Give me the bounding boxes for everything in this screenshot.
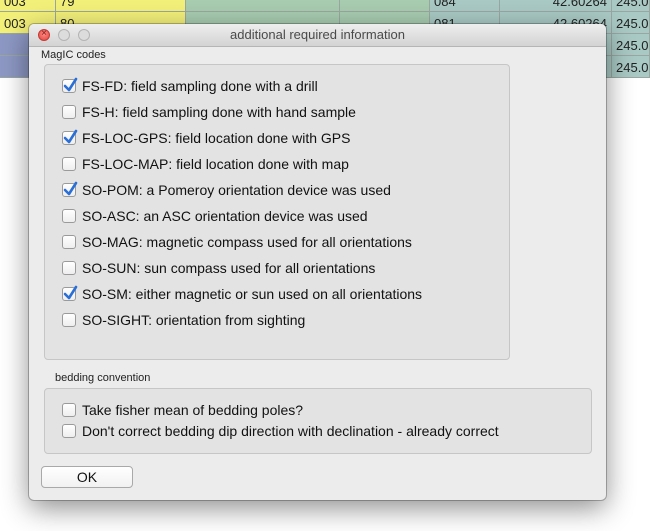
table-cell[interactable] xyxy=(186,0,340,12)
checkbox-unchecked[interactable] xyxy=(62,403,76,417)
checkbox-label: SO-ASC: an ASC orientation device was us… xyxy=(82,208,368,224)
checkbox-checked[interactable] xyxy=(62,77,78,93)
checkbox-option[interactable]: SO-SUN: sun compass used for all orienta… xyxy=(62,258,375,278)
checkbox-option[interactable]: SO-ASC: an ASC orientation device was us… xyxy=(62,206,368,226)
checkbox-label: SO-MAG: magnetic compass used for all or… xyxy=(82,234,412,250)
checkbox-label: FS-FD: field sampling done with a drill xyxy=(82,78,318,94)
table-cell[interactable]: 79 xyxy=(56,0,186,12)
checkbox-unchecked[interactable] xyxy=(62,313,76,327)
ok-button[interactable]: OK xyxy=(41,466,133,488)
checkbox-checked[interactable] xyxy=(62,129,78,145)
checkbox-label: FS-LOC-GPS: field location done with GPS xyxy=(82,130,351,146)
checkbox-label: FS-LOC-MAP: field location done with map xyxy=(82,156,349,172)
checkbox-unchecked[interactable] xyxy=(62,261,76,275)
checkbox-option[interactable]: FS-LOC-MAP: field location done with map xyxy=(62,154,349,174)
checkbox-unchecked[interactable] xyxy=(62,157,76,171)
checkbox-checked[interactable] xyxy=(62,285,78,301)
checkbox-option[interactable]: SO-POM: a Pomeroy orientation device was… xyxy=(62,180,391,200)
checkbox-option[interactable]: FS-H: field sampling done with hand samp… xyxy=(62,102,356,122)
checkbox-option[interactable]: SO-SM: either magnetic or sun used on al… xyxy=(62,284,422,304)
table-cell[interactable]: 084 xyxy=(430,0,500,12)
checkbox-unchecked[interactable] xyxy=(62,235,76,249)
table-row: 003 79 084 42.60264 245.0 xyxy=(0,0,650,12)
checkbox-unchecked[interactable] xyxy=(62,424,76,438)
table-cell[interactable] xyxy=(340,0,430,12)
table-cell[interactable]: 42.60264 xyxy=(500,0,612,12)
checkbox-label: Take fisher mean of bedding poles? xyxy=(82,402,304,418)
dialog-title: additional required information xyxy=(230,27,405,42)
magic-codes-legend: MagIC codes xyxy=(41,49,106,61)
checkmark-icon xyxy=(63,181,78,196)
table-cell[interactable]: 003 xyxy=(0,0,56,12)
checkbox-unchecked[interactable] xyxy=(62,209,76,223)
checkbox-label: SO-SM: either magnetic or sun used on al… xyxy=(82,286,423,302)
bedding-convention-legend: bedding convention xyxy=(55,372,151,384)
checkbox-label: SO-SUN: sun compass used for all orienta… xyxy=(82,260,376,276)
checkbox-option[interactable]: SO-MAG: magnetic compass used for all or… xyxy=(62,232,412,252)
checkmark-icon xyxy=(63,129,78,144)
table-cell[interactable]: 245.0 xyxy=(612,34,650,56)
checkbox-label: SO-POM: a Pomeroy orientation device was… xyxy=(82,182,391,198)
checkbox-option[interactable]: FS-FD: field sampling done with a drill xyxy=(62,76,318,96)
checkbox-label: Don't correct bedding dip direction with… xyxy=(82,423,499,439)
checkbox-label: FS-H: field sampling done with hand samp… xyxy=(82,104,356,120)
checkbox-option[interactable]: Don't correct bedding dip direction with… xyxy=(62,421,499,441)
table-cell[interactable]: 245.0 xyxy=(612,0,650,12)
checkmark-icon xyxy=(63,77,78,92)
title-bar[interactable]: × additional required information xyxy=(29,24,606,47)
table-cell[interactable]: 245.0 xyxy=(612,12,650,34)
checkbox-checked[interactable] xyxy=(62,181,78,197)
table-cell[interactable]: 245.0 xyxy=(612,56,650,78)
checkmark-icon xyxy=(63,285,78,300)
checkbox-label: SO-SIGHT: orientation from sighting xyxy=(82,312,306,328)
dialog-window: × additional required information MagIC … xyxy=(29,24,606,500)
checkbox-option[interactable]: Take fisher mean of bedding poles? xyxy=(62,400,303,420)
checkbox-option[interactable]: SO-SIGHT: orientation from sighting xyxy=(62,310,305,330)
checkbox-option[interactable]: FS-LOC-GPS: field location done with GPS xyxy=(62,128,350,148)
checkbox-unchecked[interactable] xyxy=(62,105,76,119)
